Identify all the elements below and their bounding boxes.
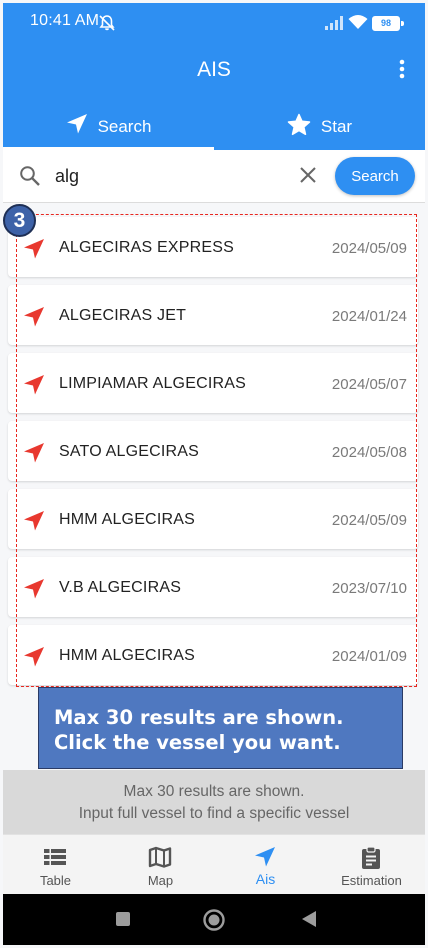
navigation-arrow-icon	[66, 113, 88, 140]
status-time: 10:41 AM	[30, 12, 100, 29]
clear-icon[interactable]	[299, 166, 317, 189]
table-icon	[44, 849, 66, 865]
nav-ais[interactable]: Ais	[213, 835, 318, 895]
nav-table[interactable]: Table	[3, 835, 108, 895]
status-bar: 10:41 AM 98	[3, 3, 425, 39]
nav-label: Table	[39, 873, 72, 888]
wifi-icon	[348, 14, 368, 35]
tab-star-label: Star	[320, 116, 353, 136]
notifications-off-icon	[98, 14, 116, 37]
tab-search[interactable]: Search	[3, 103, 214, 150]
highlight-box	[16, 214, 417, 687]
recents-icon[interactable]	[116, 912, 130, 926]
search-icon	[19, 165, 41, 192]
more-vert-icon[interactable]	[399, 59, 405, 84]
app-title: AIS	[197, 58, 231, 81]
nav-map[interactable]: Map	[108, 835, 213, 895]
nav-estimation[interactable]: Estimation	[319, 835, 424, 895]
tutorial-callout: Max 30 results are shown. Click the vess…	[38, 687, 403, 769]
app-frame: 10:41 AM 98 AIS Search Star alg Search A…	[0, 0, 428, 948]
callout-line-1: Max 30 results are shown.	[54, 706, 344, 729]
footer-line-2: Input full vessel to find a specific ves…	[78, 805, 350, 822]
map-icon	[148, 846, 172, 868]
footer-line-1: Max 30 results are shown.	[123, 783, 305, 800]
star-icon	[287, 113, 311, 141]
app-bar: AIS Search Star	[3, 39, 425, 150]
bottom-navigation: Table Map Ais Estimation	[3, 834, 425, 895]
navigation-arrow-icon	[255, 847, 275, 867]
battery-indicator: 98	[372, 16, 404, 31]
signal-icon	[325, 16, 343, 35]
tab-search-label: Search	[97, 116, 152, 136]
back-icon[interactable]	[301, 910, 317, 933]
clipboard-icon	[362, 846, 380, 869]
search-bar: Search	[3, 150, 425, 203]
system-navigation-bar	[3, 894, 425, 945]
nav-label: Ais	[255, 871, 276, 887]
tab-star[interactable]: Star	[214, 103, 425, 150]
search-input[interactable]	[53, 164, 167, 188]
results-footer: Max 30 results are shown. Input full ves…	[3, 770, 425, 834]
search-button[interactable]: Search	[335, 157, 415, 195]
callout-line-2: Click the vessel you want.	[54, 731, 341, 754]
nav-label: Map	[147, 873, 174, 888]
nav-label: Estimation	[341, 873, 402, 888]
home-icon[interactable]	[202, 908, 226, 937]
step-badge: 3	[3, 204, 36, 237]
